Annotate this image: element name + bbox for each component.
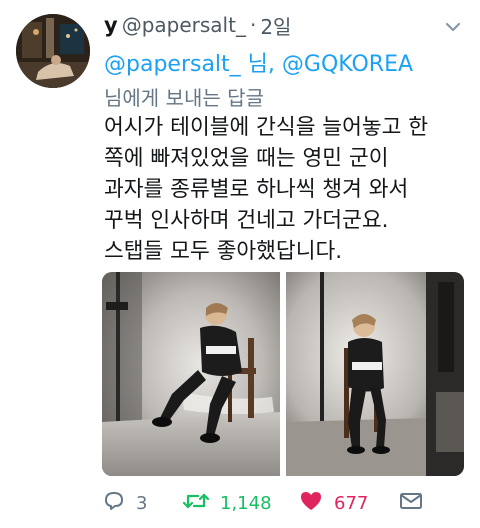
share-icon bbox=[398, 490, 424, 516]
retweet-button[interactable]: 1,148 bbox=[182, 486, 272, 520]
tweet-text-line: 꾸벅 인사하며 건네고 가더군요. bbox=[104, 208, 389, 233]
tweet-text: 어시가 테이블에 간식을 늘어놓고 한 쪽에 빠져있었을 때는 영민 군이 과자… bbox=[104, 112, 472, 267]
tweet-actions: 3 1,148 677 bbox=[102, 486, 464, 520]
tweet-text-line: 스탭들 모두 좋아했답니다. bbox=[104, 239, 343, 264]
reply-to-label: 님에게 보내는 답글 bbox=[104, 86, 264, 110]
reply-button[interactable]: 3 bbox=[102, 486, 147, 520]
display-name[interactable]: y bbox=[104, 13, 118, 37]
like-count: 677 bbox=[334, 492, 369, 514]
separator-dot: · bbox=[249, 13, 257, 37]
like-button[interactable]: 677 bbox=[298, 486, 368, 520]
tweet-photo-1[interactable] bbox=[102, 272, 280, 476]
avatar[interactable] bbox=[16, 14, 90, 88]
tweet-text-line: 어시가 테이블에 간식을 늘어놓고 한 bbox=[104, 115, 429, 140]
tweet-text-line: 과자를 종류별로 하나씩 챙겨 와서 bbox=[104, 177, 409, 202]
chevron-down-icon[interactable] bbox=[442, 16, 464, 38]
reply-icon bbox=[102, 489, 126, 517]
retweet-icon bbox=[182, 489, 210, 517]
retweet-count: 1,148 bbox=[220, 492, 272, 514]
user-handle[interactable]: @papersalt_ bbox=[122, 13, 246, 37]
tweet-text-line: 쪽에 빠져있었을 때는 영민 군이 bbox=[104, 146, 389, 171]
share-button[interactable] bbox=[398, 486, 424, 520]
tweet-timestamp[interactable]: 2일 bbox=[260, 11, 291, 40]
heart-icon bbox=[298, 489, 324, 517]
reply-count: 3 bbox=[136, 492, 148, 514]
tweet-photo-2[interactable] bbox=[286, 272, 464, 476]
tweet-header: y @papersalt_ · 2일 bbox=[104, 10, 291, 40]
reply-to-mentions[interactable]: @papersalt_ 님, @GQKOREA bbox=[104, 46, 413, 78]
